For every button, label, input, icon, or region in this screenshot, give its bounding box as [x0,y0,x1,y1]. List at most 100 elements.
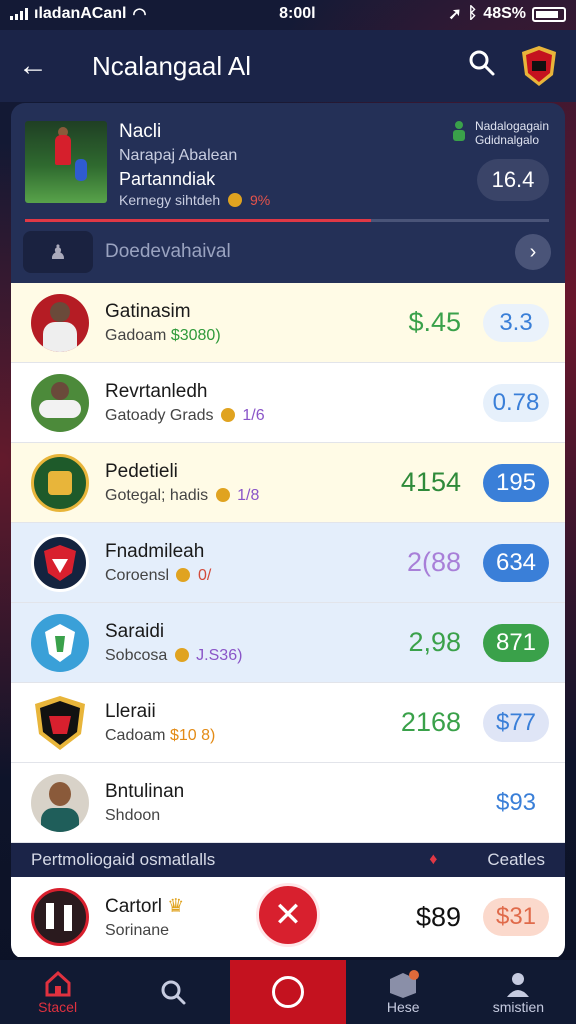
section-label: Pertmoliogaid osmatlalls [31,850,216,869]
player-name: Fnadmileah [105,540,205,562]
featured-progress-bar [25,219,549,222]
player-name: Bntulinan [105,780,185,802]
signal-icon [10,8,28,20]
player-sub-prefix: Coroensl [105,566,170,584]
player-list: Gatinasim Gadoam $3080) $.45 3.3 Revrtan… [11,283,565,843]
player-rating[interactable]: $31 [483,898,549,936]
tab-center[interactable] [230,960,346,1024]
player-name: Gatinasim [105,300,191,322]
list-item[interactable]: Lleraii Cadoam $10 8) 2168 $77 [11,683,565,763]
filter-label: Doedevahaival [105,241,231,262]
player-sub-prefix: Gadoam [105,326,167,344]
featured-score: 16.4 [477,159,549,201]
coin-icon [176,567,191,582]
player-price: $89 [415,901,461,932]
featured-meta-line1: Nadalogagain [474,119,549,133]
tab-search[interactable] [115,960,230,1024]
player-sub-value: $3080) [170,326,221,344]
featured-line2: Partanndiak [119,169,216,189]
featured-progress-fill [25,219,371,222]
player-sub-prefix: Gotegal; hadis [105,486,209,504]
back-button[interactable]: ← [18,49,58,83]
list-item[interactable]: Cartorl ♛ Sorinane ✕ $89 $31 [11,877,565,957]
player-sub-prefix: Gatoady Grads [105,406,214,424]
player-avatar [31,293,89,352]
list-item[interactable]: Pedetieli Gotegal; hadis 1/8 4154 195 [11,443,565,523]
search-icon [161,980,186,1005]
chevron-right-icon[interactable]: › [515,234,551,270]
featured-meta: Nadalogagain Gdidnalgalo [451,119,549,147]
tab-hese[interactable]: Hese [346,960,461,1024]
player-name: Lleraii [105,700,156,722]
trophy-icon: ♛ [167,895,185,917]
user-pin-icon [452,121,465,141]
player-rating[interactable]: $93 [483,784,549,822]
player-rating[interactable]: 634 [483,543,549,582]
bluetooth-icon: ᛒ [467,5,478,22]
battery-icon [532,6,566,22]
player-sub-value: 0/ [197,566,212,584]
player-sub: Gatoady Grads 1/6 [105,407,361,425]
featured-line3-text: Kernegy sihtdeh [119,192,221,208]
featured-line3: Kernegy sihtdeh 9% [119,192,270,208]
battery-percent: 48S% [483,5,526,22]
player-avatar [31,373,89,432]
featured-name: Nacli [119,121,162,142]
player-sub: Coroensl 0/ [105,567,361,585]
arrow-left-icon: ← [18,49,48,82]
list-item[interactable]: Fnadmileah Coroensl 0/ 2(88 634 [11,523,565,603]
search-icon [469,50,495,75]
list-item[interactable]: Bntulinan Shdoon $93 [11,763,565,843]
home-icon [45,970,71,997]
list-item[interactable]: Saraidi Sobcosa J.S36) 2,98 871 [11,603,565,683]
tab-profile[interactable]: smistien [461,960,576,1024]
player-sub-value: J.S36) [196,646,243,664]
player-name: Saraidi [105,620,165,642]
section-header: Pertmoliogaid osmatlalls ♦ Ceatles [11,843,565,877]
player-rating[interactable]: 3.3 [483,303,549,342]
close-button[interactable]: ✕ [256,883,320,947]
player-name: Pedetieli [105,460,178,482]
featured-match[interactable]: Nacli Narapaj Abalean Partanndiak Kerneg… [11,103,565,283]
filter-bar[interactable]: ♟ Doedevahaival › [23,231,551,273]
search-button[interactable] [460,49,504,84]
player-rating[interactable]: 871 [483,623,549,662]
flame-icon: ♦ [429,851,438,868]
coin-icon [174,647,189,662]
player-name: Revrtanledh [105,380,208,402]
page-title: Ncalangaal Al [92,50,251,81]
player-sub: Cadoam $10 8) [105,727,361,745]
featured-meta-line2: Gdidnalgalo [474,133,539,147]
tab-label: smistien [492,999,545,1015]
player-price: 2168 [400,707,461,737]
location-icon: ➚ [448,6,462,23]
player-rating[interactable]: 195 [483,463,549,502]
section-right-label[interactable]: Ceatles [487,850,545,870]
player-name: Cartorl ♛ [105,895,361,918]
bottom-name: Cartorl [105,895,163,917]
tab-home[interactable]: Stacel [0,960,115,1024]
player-rating[interactable]: $77 [483,703,549,742]
club-badge-icon [31,613,89,672]
player-sub: Gotegal; hadis 1/8 [105,487,361,505]
featured-line1: Narapaj Abalean [119,147,238,164]
match-thumbnail [25,121,107,203]
list-item[interactable]: Gatinasim Gadoam $3080) $.45 3.3 [11,283,565,363]
carrier-name: ıladanACanl [34,5,127,22]
player-avatar [31,773,89,832]
featured-pct: 9% [249,192,271,208]
coin-icon [228,193,243,207]
player-rating[interactable]: 0.78 [483,383,549,422]
club-badge-icon [31,453,89,512]
player-sub: Sorinane [105,921,170,939]
status-time: 8:00l [279,5,316,22]
list-item[interactable]: Revrtanledh Gatoady Grads 1/6 0.78 [11,363,565,443]
wifi-icon: ◠ [132,6,147,23]
tab-bar: Stacel Hese smistien [0,960,576,1024]
player-sub-value: 1/6 [242,406,265,424]
player-sub-value: $10 8) [169,726,216,744]
filter-icon[interactable]: ♟ [23,231,93,273]
circle-icon [272,976,304,1008]
club-crest-icon[interactable] [520,45,558,87]
player-sub-prefix: Shdoon [105,806,161,824]
